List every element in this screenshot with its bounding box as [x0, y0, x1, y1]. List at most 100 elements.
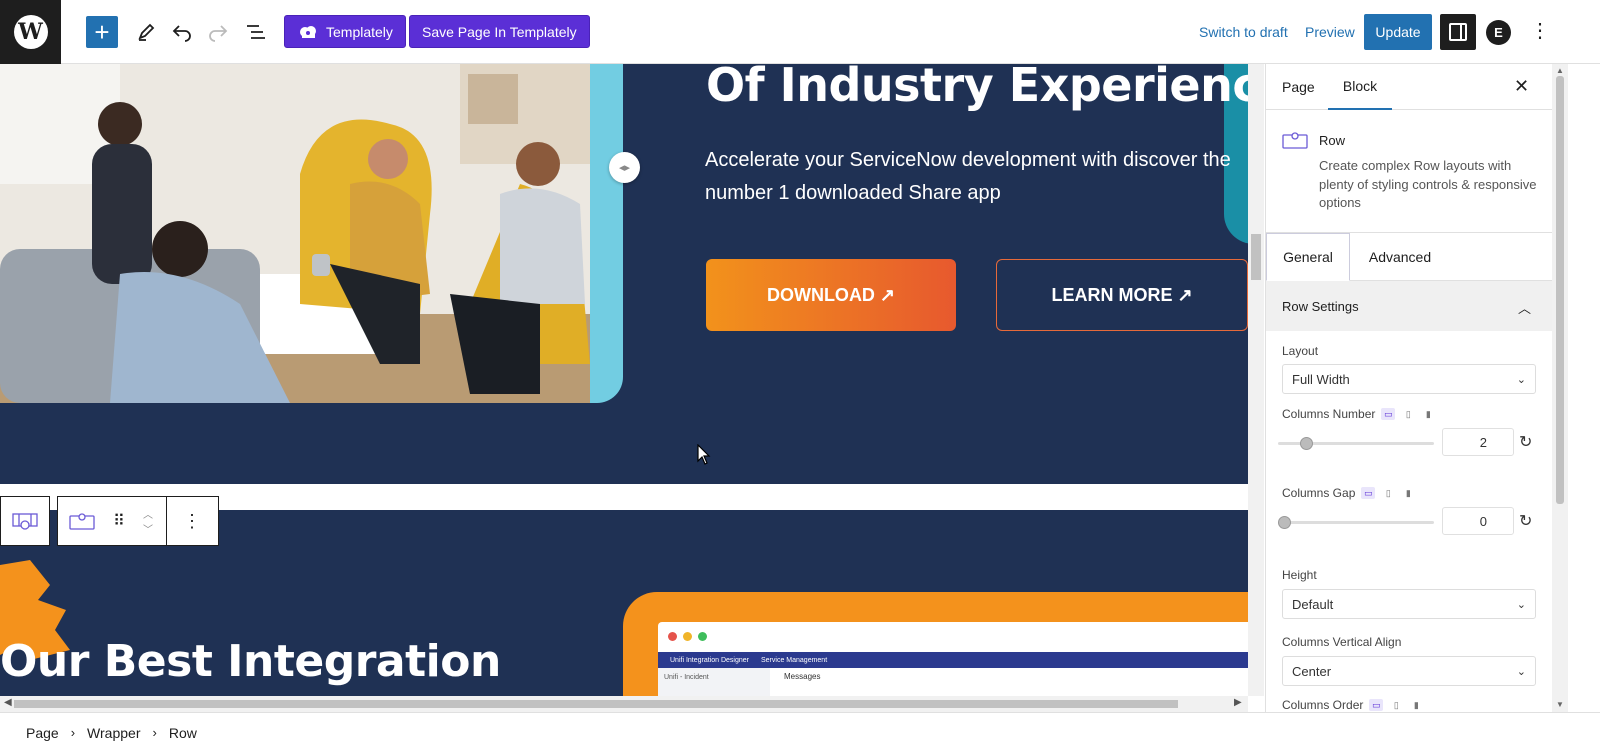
reset-columns-number-button[interactable]: ↻ [1519, 432, 1532, 452]
hero-section[interactable]: ◂▸ Of Industry Experience Accelerate you… [0, 64, 1248, 484]
save-in-templately-label: Save Page In Templately [422, 23, 577, 40]
breadcrumb-wrapper[interactable]: Wrapper [87, 725, 140, 741]
mobile-icon[interactable]: ▮ [1421, 408, 1435, 420]
scroll-left-arrow-icon[interactable]: ◀ [4, 697, 12, 708]
slider-knob[interactable] [1300, 437, 1313, 450]
drag-dots-icon: ⠿ [113, 513, 125, 530]
pencil-icon [138, 23, 155, 41]
height-value: Default [1292, 596, 1334, 612]
document-overview-button[interactable] [242, 18, 270, 46]
select-parent-block-button[interactable] [0, 496, 50, 546]
desktop-icon[interactable]: ▭ [1369, 699, 1384, 711]
chevron-down-icon: ⌄ [1516, 666, 1526, 678]
integration-heading[interactable]: Our Best Integration [0, 636, 501, 687]
resize-arrows-icon: ◂▸ [618, 162, 631, 174]
edit-tool-button[interactable] [132, 18, 160, 46]
move-down-icon[interactable]: ﹀ [143, 521, 153, 536]
learn-more-button[interactable]: LEARN MORE ↗ [996, 259, 1248, 331]
tablet-icon[interactable]: ▯ [1381, 487, 1395, 499]
editor-top-toolbar: W + Templately Save Page In Templately S… [0, 0, 1600, 64]
settings-tabs: General Advanced [1266, 233, 1552, 281]
scroll-right-arrow-icon[interactable]: ▶ [1234, 697, 1242, 708]
columns-number-input[interactable]: 2 [1442, 428, 1514, 456]
settings-panel-toggle[interactable] [1440, 14, 1476, 50]
wrapper-block-icon [12, 513, 38, 530]
vertical-align-value: Center [1292, 663, 1332, 679]
tab-advanced[interactable]: Advanced [1356, 233, 1444, 281]
save-in-templately-button[interactable]: Save Page In Templately [409, 15, 590, 48]
move-up-icon[interactable]: ︿ [143, 506, 153, 521]
block-description: Create complex Row layouts with plenty o… [1319, 158, 1537, 210]
tablet-icon[interactable]: ▯ [1401, 408, 1415, 420]
breadcrumb-row[interactable]: Row [169, 725, 197, 741]
vertical-align-select[interactable]: Center ⌄ [1282, 656, 1536, 686]
move-block-controls[interactable]: ︿ ﹀ [130, 497, 166, 545]
mobile-icon[interactable]: ▮ [1409, 699, 1423, 711]
preview-button[interactable]: Preview [1305, 24, 1355, 40]
chevron-down-icon: ⌄ [1516, 599, 1526, 611]
download-button[interactable]: DOWNLOAD ↗ [706, 259, 956, 331]
team-meeting-photo [0, 64, 590, 403]
mobile-icon[interactable]: ▮ [1401, 487, 1415, 499]
sidebar-icon [1449, 23, 1467, 41]
columns-number-label-text: Columns Number [1282, 407, 1376, 421]
close-sidebar-button[interactable]: ✕ [1514, 76, 1529, 97]
slider-knob[interactable] [1278, 516, 1291, 529]
canvas-vertical-scrollbar[interactable] [1248, 64, 1264, 696]
row-block-type-button[interactable] [58, 497, 106, 545]
tablet-icon[interactable]: ▯ [1389, 699, 1403, 711]
block-name: Row [1319, 133, 1346, 148]
row-block-icon [1282, 132, 1308, 149]
sidebar-scrollbar[interactable]: ▲ ▼ [1552, 64, 1568, 712]
sidebar-tabs: Page Block ✕ [1266, 64, 1552, 110]
height-select[interactable]: Default ⌄ [1282, 589, 1536, 619]
scrollbar-thumb[interactable] [1556, 76, 1564, 504]
hero-heading[interactable]: Of Industry Experience [706, 64, 1248, 112]
redo-icon [209, 25, 228, 42]
switch-to-draft-button[interactable]: Switch to draft [1199, 24, 1288, 40]
desktop-icon[interactable]: ▭ [1381, 408, 1396, 420]
tab-general[interactable]: General [1266, 233, 1350, 281]
vertical-align-label: Columns Vertical Align [1282, 635, 1401, 649]
layout-select[interactable]: Full Width ⌄ [1282, 364, 1536, 394]
add-block-button[interactable]: + [86, 16, 118, 48]
reset-columns-gap-button[interactable]: ↻ [1519, 511, 1532, 531]
columns-gap-input[interactable]: 0 [1442, 507, 1514, 535]
essential-blocks-button[interactable]: E [1486, 20, 1511, 45]
height-label-text: Height [1282, 568, 1317, 582]
columns-gap-label: Columns Gap ▭ ▯ ▮ [1282, 486, 1415, 500]
block-card: Row Create complex Row layouts with plen… [1266, 111, 1552, 233]
drag-handle[interactable]: ⠿ [106, 497, 130, 545]
undo-button[interactable] [168, 18, 196, 46]
redo-button[interactable] [204, 18, 232, 46]
update-button[interactable]: Update [1364, 14, 1432, 50]
tab-page[interactable]: Page [1282, 64, 1316, 110]
templately-button[interactable]: Templately [284, 15, 406, 48]
chevron-right-icon: › [70, 725, 76, 740]
tab-block[interactable]: Block [1328, 64, 1392, 110]
columns-order-label: Columns Order ▭ ▯ ▮ [1282, 698, 1423, 712]
desktop-icon[interactable]: ▭ [1361, 487, 1376, 499]
breadcrumb-page[interactable]: Page [26, 725, 59, 741]
scroll-down-arrow-icon[interactable]: ▼ [1556, 700, 1564, 709]
row-settings-panel-header[interactable]: Row Settings ︿ [1266, 281, 1552, 331]
columns-number-slider[interactable] [1278, 437, 1434, 450]
column-resize-handle[interactable]: ◂▸ [609, 152, 640, 183]
hero-description[interactable]: Accelerate your ServiceNow development w… [705, 144, 1248, 210]
more-vertical-icon: ⋮ [1530, 20, 1550, 42]
scrollbar-thumb[interactable] [14, 700, 1178, 708]
list-view-icon [247, 25, 265, 39]
columns-gap-slider[interactable] [1278, 516, 1434, 529]
options-menu-button[interactable]: ⋮ [1530, 18, 1550, 43]
block-toolbar-main: ⠿ ︿ ﹀ ⋮ [57, 496, 219, 546]
scrollbar-thumb[interactable] [1251, 234, 1261, 280]
plus-icon: + [94, 17, 110, 47]
chevron-right-icon: › [152, 725, 157, 740]
block-settings-sidebar: Page Block ✕ Row Create complex Row layo… [1265, 64, 1552, 712]
row-settings-title: Row Settings [1282, 298, 1359, 314]
scroll-up-arrow-icon[interactable]: ▲ [1556, 66, 1564, 75]
wordpress-logo-button[interactable]: W [0, 0, 61, 64]
chevron-down-icon: ⌄ [1516, 374, 1526, 386]
canvas-horizontal-scrollbar[interactable]: ◀ ▶ [0, 696, 1248, 712]
block-options-button[interactable]: ⋮ [167, 497, 217, 545]
